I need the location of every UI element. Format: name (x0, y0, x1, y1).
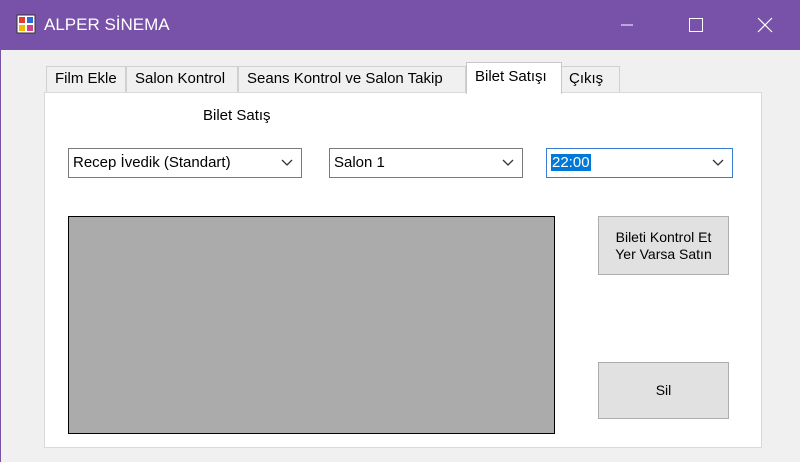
tab-label: Bilet Satışı (475, 68, 547, 85)
check-button-line2: Yer Varsa Satın (615, 245, 712, 262)
film-select-value: Recep İvedik (Standart) (73, 154, 231, 171)
delete-button[interactable]: Sil (598, 362, 729, 419)
time-select[interactable]: 22:00 (546, 148, 733, 178)
time-select-value: 22:00 (551, 154, 591, 171)
check-button-line1: Bileti Kontrol Et (615, 228, 712, 245)
minimize-button[interactable] (592, 0, 662, 50)
chevron-down-icon (281, 159, 293, 166)
close-button[interactable] (730, 0, 800, 50)
chevron-down-icon (502, 159, 514, 166)
section-heading: Bilet Satış (203, 107, 271, 124)
film-select[interactable]: Recep İvedik (Standart) (68, 148, 302, 178)
delete-button-label: Sil (655, 382, 672, 398)
check-and-buy-button[interactable]: Bileti Kontrol Et Yer Varsa Satın (598, 216, 729, 275)
tab-label: Salon Kontrol (135, 70, 226, 87)
tab-label: Film Ekle (55, 70, 117, 87)
minimize-icon (621, 24, 633, 26)
maximize-button[interactable] (661, 0, 731, 50)
salon-select-value: Salon 1 (334, 154, 385, 171)
salon-select[interactable]: Salon 1 (329, 148, 523, 178)
tab-cikis[interactable]: Çıkış (560, 66, 620, 92)
tab-label: Seans Kontrol ve Salon Takip (247, 70, 443, 87)
ticket-listbox[interactable] (68, 216, 555, 434)
title-bar: ALPER SİNEMA (0, 0, 800, 50)
tab-label: Çıkış (569, 70, 604, 87)
window-title: ALPER SİNEMA (44, 15, 170, 34)
tab-salon-kontrol[interactable]: Salon Kontrol (126, 66, 238, 92)
app-icon (16, 14, 36, 34)
chevron-down-icon (712, 159, 724, 166)
tab-bilet-satisi[interactable]: Bilet Satışı (466, 62, 562, 94)
maximize-icon (689, 18, 703, 32)
close-icon (757, 17, 773, 33)
tab-film-ekle[interactable]: Film Ekle (46, 66, 126, 92)
tab-seans-kontrol[interactable]: Seans Kontrol ve Salon Takip (238, 66, 466, 92)
